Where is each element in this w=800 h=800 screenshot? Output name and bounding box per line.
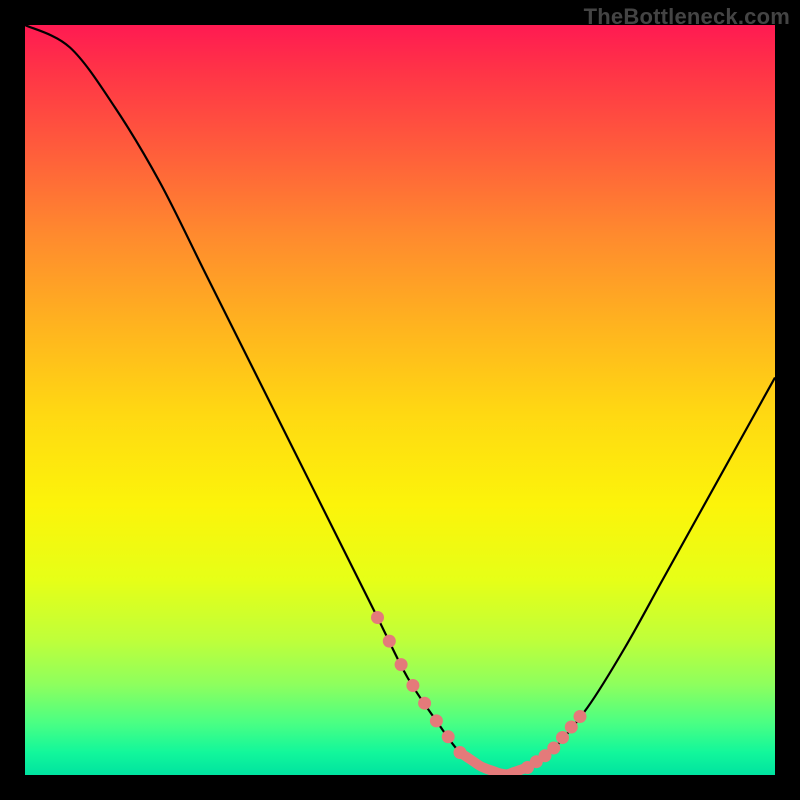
- watermark-text: TheBottleneck.com: [584, 4, 790, 30]
- chart-gradient-background: [25, 25, 775, 775]
